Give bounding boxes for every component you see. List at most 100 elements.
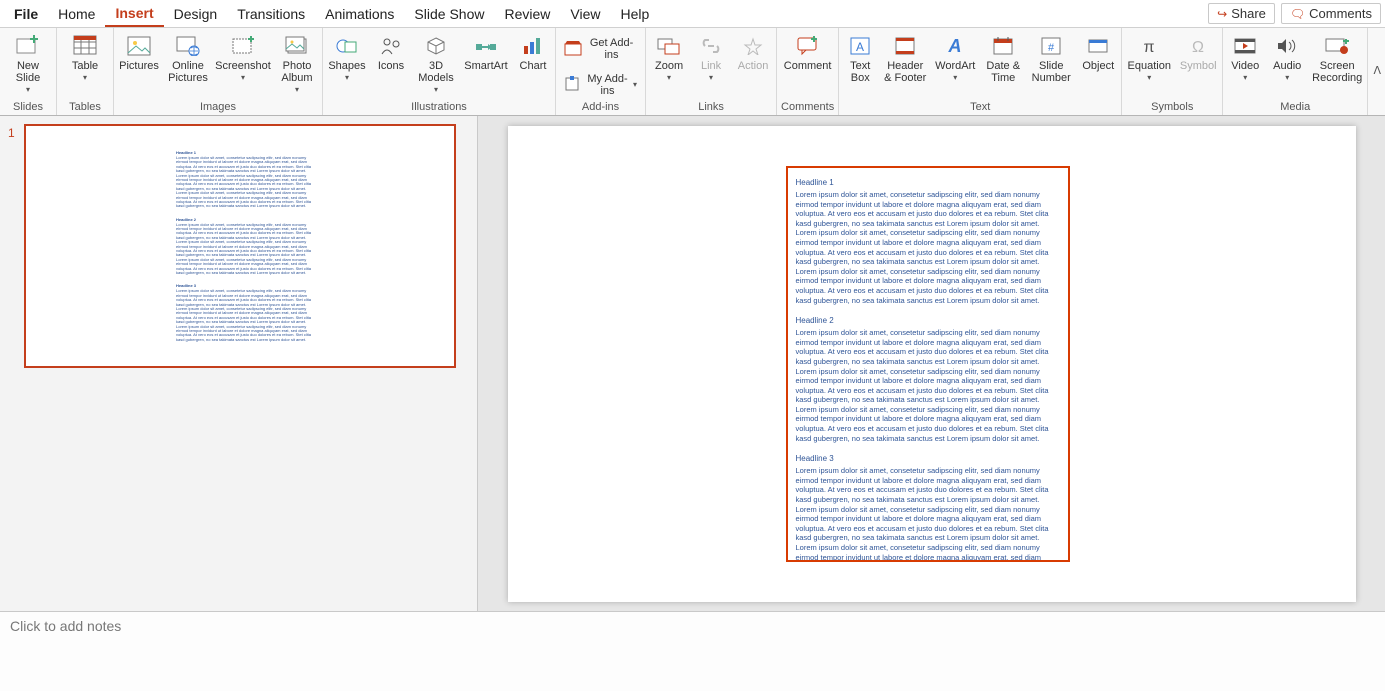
group-images: Pictures Online Pictures Screenshot ▾ Ph… <box>114 28 323 115</box>
comment-button[interactable]: Comment <box>782 34 834 72</box>
header-footer-button[interactable]: Header & Footer <box>883 34 927 84</box>
group-tables-label: Tables <box>69 99 101 115</box>
chevron-down-icon: ▾ <box>26 84 30 96</box>
slide-number-icon: # <box>1037 34 1065 58</box>
share-label: Share <box>1231 6 1266 21</box>
get-addins-button[interactable]: Get Add-ins <box>560 35 641 63</box>
group-links: Zoom ▾ Link ▾ Action Links <box>646 28 777 115</box>
3d-models-icon <box>422 34 450 58</box>
audio-button[interactable]: Audio ▾ <box>1269 34 1305 84</box>
tab-view[interactable]: View <box>560 2 610 26</box>
object-label: Object <box>1082 60 1114 72</box>
symbol-icon: Ω <box>1184 34 1212 58</box>
slide-number-button[interactable]: # Slide Number <box>1029 34 1073 84</box>
chevron-down-icon: ▾ <box>1147 72 1151 84</box>
chevron-down-icon: ▾ <box>345 72 349 84</box>
group-tables: Table ▾ Tables <box>57 28 114 115</box>
datetime-button[interactable]: Date & Time <box>983 34 1023 84</box>
group-text-label: Text <box>970 99 990 115</box>
share-button[interactable]: ↪ Share <box>1208 3 1275 24</box>
thumbnail-slide-1[interactable]: Headline 1Lorem ipsum dolor sit amet, co… <box>24 124 456 368</box>
zoom-button[interactable]: Zoom ▾ <box>650 34 688 84</box>
video-button[interactable]: Video ▾ <box>1227 34 1263 84</box>
slide[interactable]: Headline 1 Lorem ipsum dolor sit amet, c… <box>508 126 1356 602</box>
comment-icon <box>794 34 822 58</box>
my-addins-label: My Add-ins <box>586 73 629 97</box>
thumbnail-panel[interactable]: 1 Headline 1Lorem ipsum dolor sit amet, … <box>0 116 478 611</box>
comments-button[interactable]: 🗨 Comments <box>1281 3 1381 24</box>
link-button[interactable]: Link ▾ <box>694 34 728 84</box>
collapse-ribbon-button[interactable]: ᐱ <box>1368 28 1385 115</box>
object-button[interactable]: Object <box>1079 34 1117 72</box>
group-slides-label: Slides <box>13 99 43 115</box>
smartart-button[interactable]: SmartArt <box>463 34 509 72</box>
table-label: Table <box>72 60 98 72</box>
svg-text:π: π <box>1144 39 1155 56</box>
comments-label: Comments <box>1309 6 1372 21</box>
icons-button[interactable]: Icons <box>373 34 409 72</box>
icons-icon <box>377 34 405 58</box>
chevron-down-icon: ▾ <box>241 72 245 84</box>
chevron-down-icon: ▾ <box>709 72 713 84</box>
chevron-up-icon: ᐱ <box>1373 64 1381 77</box>
notes-pane[interactable]: Click to add notes <box>0 611 1385 691</box>
symbol-button[interactable]: Ω Symbol <box>1178 34 1218 72</box>
group-comments-label: Comments <box>781 99 834 115</box>
thumbnail-number: 1 <box>8 124 18 368</box>
tab-file[interactable]: File <box>4 2 48 26</box>
smartart-label: SmartArt <box>464 60 507 72</box>
video-icon <box>1231 34 1259 58</box>
equation-button[interactable]: π Equation ▾ <box>1126 34 1172 84</box>
new-slide-button[interactable]: New Slide ▾ <box>4 34 52 96</box>
action-label: Action <box>738 60 769 72</box>
screen-recording-button[interactable]: Screen Recording <box>1311 34 1363 84</box>
ribbon: New Slide ▾ Slides Table ▾ Tables Pictur… <box>0 28 1385 116</box>
headline-2: Headline 2 <box>796 316 1060 325</box>
link-label: Link <box>701 60 721 72</box>
tab-transitions[interactable]: Transitions <box>227 2 315 26</box>
zoom-label: Zoom <box>655 60 683 72</box>
action-icon <box>739 34 767 58</box>
wordart-button[interactable]: A WordArt ▾ <box>933 34 977 84</box>
tab-review[interactable]: Review <box>494 2 560 26</box>
tab-insert[interactable]: Insert <box>105 1 163 27</box>
slide-canvas-area[interactable]: Headline 1 Lorem ipsum dolor sit amet, c… <box>478 116 1385 611</box>
wordart-icon: A <box>941 34 969 58</box>
share-icon: ↪ <box>1217 7 1227 21</box>
pictures-button[interactable]: Pictures <box>118 34 160 72</box>
screen-recording-icon <box>1323 34 1351 58</box>
tab-design[interactable]: Design <box>164 2 228 26</box>
equation-icon: π <box>1135 34 1163 58</box>
tab-home[interactable]: Home <box>48 2 105 26</box>
chevron-down-icon: ▾ <box>83 72 87 84</box>
3d-models-button[interactable]: 3D Models ▾ <box>415 34 457 96</box>
paragraph-2: Lorem ipsum dolor sit amet, consetetur s… <box>796 328 1060 443</box>
chevron-down-icon: ▾ <box>295 84 299 96</box>
paragraph-1: Lorem ipsum dolor sit amet, consetetur s… <box>796 190 1060 305</box>
my-addins-button[interactable]: My Add-ins ▾ <box>560 71 641 99</box>
table-button[interactable]: Table ▾ <box>61 34 109 84</box>
tab-animations[interactable]: Animations <box>315 2 404 26</box>
tab-slideshow[interactable]: Slide Show <box>404 2 494 26</box>
thumbnail-item[interactable]: 1 Headline 1Lorem ipsum dolor sit amet, … <box>8 124 469 368</box>
chart-button[interactable]: Chart <box>515 34 551 72</box>
table-icon <box>71 34 99 58</box>
action-button[interactable]: Action <box>734 34 772 72</box>
chevron-down-icon: ▾ <box>1285 72 1289 84</box>
datetime-label: Date & Time <box>986 60 1020 84</box>
textbox-button[interactable]: A Text Box <box>843 34 877 84</box>
thumbnail-content: Headline 1Lorem ipsum dolor sit amet, co… <box>176 150 316 350</box>
datetime-icon <box>989 34 1017 58</box>
new-slide-icon <box>14 34 42 58</box>
svg-text:#: # <box>1048 42 1055 54</box>
screenshot-button[interactable]: Screenshot ▾ <box>216 34 270 84</box>
wordart-label: WordArt <box>935 60 975 72</box>
online-pictures-button[interactable]: Online Pictures <box>166 34 210 84</box>
group-illustrations: Shapes ▾ Icons 3D Models ▾ SmartArt Char… <box>323 28 556 115</box>
photo-album-button[interactable]: Photo Album ▾ <box>276 34 318 96</box>
shapes-button[interactable]: Shapes ▾ <box>327 34 367 84</box>
tab-help[interactable]: Help <box>610 2 659 26</box>
zoom-icon <box>655 34 683 58</box>
slide-textbox[interactable]: Headline 1 Lorem ipsum dolor sit amet, c… <box>786 166 1070 562</box>
group-addins-label: Add-ins <box>582 99 619 115</box>
